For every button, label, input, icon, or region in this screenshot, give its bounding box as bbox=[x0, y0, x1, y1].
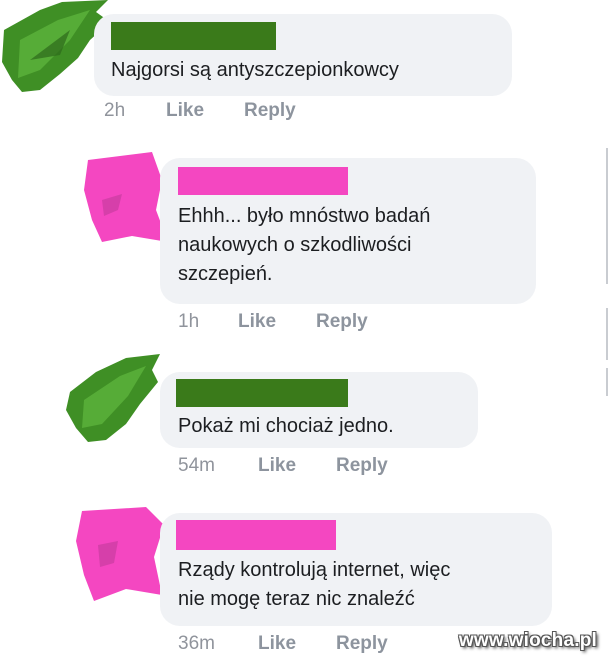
scroll-divider bbox=[606, 148, 608, 284]
comment-meta: 1h Like Reply bbox=[0, 311, 611, 337]
scroll-divider bbox=[606, 368, 608, 396]
comment-line: Ehhh... było mnóstwo badań bbox=[178, 205, 431, 227]
scroll-divider bbox=[606, 308, 608, 360]
author-name-redacted[interactable] bbox=[111, 22, 276, 50]
comment-line: Najgorsi są antyszczepionkowcy bbox=[111, 59, 399, 81]
comment-timestamp: 1h bbox=[178, 311, 200, 332]
reply-button[interactable]: Reply bbox=[336, 455, 388, 477]
like-button[interactable]: Like bbox=[258, 633, 296, 655]
author-name-redacted[interactable] bbox=[176, 520, 336, 550]
pink-scribble-avatar-icon bbox=[84, 152, 168, 242]
pink-scribble-avatar-icon bbox=[76, 507, 164, 601]
author-name-redacted[interactable] bbox=[178, 167, 348, 195]
watermark: www.wiocha.pl bbox=[458, 630, 597, 651]
comment-line: naukowych o szkodliwości bbox=[178, 234, 412, 256]
reply-button[interactable]: Reply bbox=[316, 311, 368, 333]
comment-meta: 2h Like Reply bbox=[0, 100, 611, 126]
green-scribble-avatar-icon bbox=[66, 354, 160, 442]
comment-text: Ehhh... było mnóstwo badań naukowych o s… bbox=[178, 202, 430, 289]
comment-line: Pokaż mi chociaż jedno. bbox=[178, 415, 394, 437]
comment-line: szczepień. bbox=[178, 263, 273, 285]
like-button[interactable]: Like bbox=[166, 100, 204, 122]
like-button[interactable]: Like bbox=[258, 455, 296, 477]
comment-line: nie mogę teraz nic znaleźć bbox=[178, 588, 415, 610]
author-name-redacted[interactable] bbox=[176, 379, 348, 407]
comment-timestamp: 2h bbox=[104, 100, 126, 121]
comment-meta: 54m Like Reply bbox=[0, 455, 611, 481]
comment-text: Najgorsi są antyszczepionkowcy bbox=[111, 56, 399, 85]
comment-line: Rządy kontrolują internet, więc bbox=[178, 559, 451, 581]
comment-text: Pokaż mi chociaż jedno. bbox=[178, 412, 394, 441]
comment-text: Rządy kontrolują internet, więc nie mogę… bbox=[178, 556, 450, 614]
reply-button[interactable]: Reply bbox=[244, 100, 296, 122]
reply-button[interactable]: Reply bbox=[336, 633, 388, 655]
like-button[interactable]: Like bbox=[238, 311, 276, 333]
comment-timestamp: 36m bbox=[178, 633, 215, 654]
comment-timestamp: 54m bbox=[178, 455, 215, 476]
